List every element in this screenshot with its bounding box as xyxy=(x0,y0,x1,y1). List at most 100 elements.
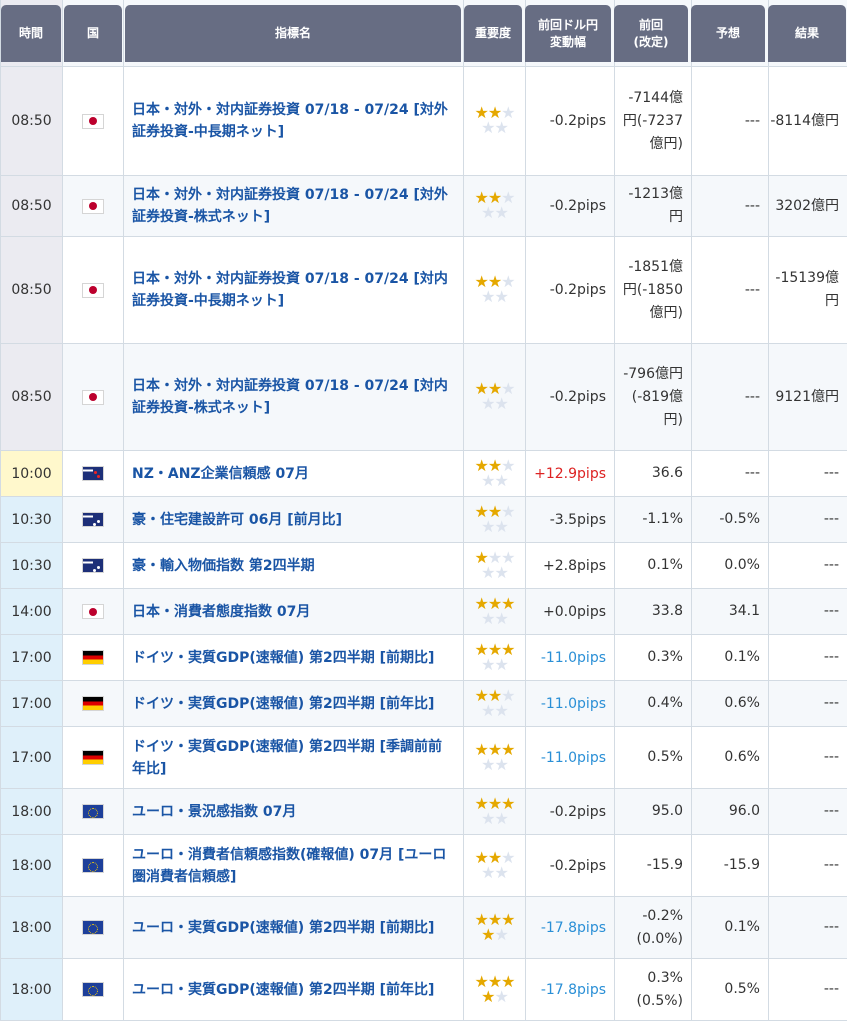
move-cell: +0.0pips xyxy=(525,588,615,635)
header-forecast[interactable]: 予想 xyxy=(691,5,765,62)
flag-jp-icon xyxy=(83,283,103,297)
importance-cell: ★★★★★ xyxy=(463,588,526,635)
indicator-link[interactable]: ユーロ・景況感指数 07月 xyxy=(123,788,464,835)
table-row[interactable]: 10:00 NZ・ANZ企業信頼感 07月 ★★★ ★★ +12.9pips 36.6 --… xyxy=(0,450,847,497)
star-rating-icon: ★★★★★ xyxy=(474,685,515,720)
forecast-cell: --- xyxy=(691,450,769,497)
indicator-link[interactable]: ドイツ・実質GDP(速報値) 第2四半期 [前期比] xyxy=(123,634,464,681)
header-indicator[interactable]: 指標名 xyxy=(125,5,461,62)
time-cell: 08:50 xyxy=(0,66,63,176)
move-cell: -0.2pips xyxy=(525,236,615,344)
time-cell: 10:00 xyxy=(0,450,63,497)
star-rating-icon: ★★★★★ xyxy=(474,593,515,628)
indicator-link[interactable]: ユーロ・実質GDP(速報値) 第2四半期 [前年比] xyxy=(123,958,464,1021)
table-row[interactable]: 08:50 日本・対外・対内証券投資 07/18 - 07/24 [対内証券投資-… xyxy=(0,236,847,344)
forecast-cell: -0.5% xyxy=(691,496,769,543)
forecast-cell: --- xyxy=(691,66,769,176)
country-cell xyxy=(62,726,124,789)
move-cell: -0.2pips xyxy=(525,66,615,176)
star-rating-icon: ★★★★★ xyxy=(474,847,515,882)
time-cell: 17:00 xyxy=(0,680,63,727)
country-cell xyxy=(62,588,124,635)
header-result[interactable]: 結果 xyxy=(768,5,846,62)
star-rating-icon: ★★★★★ xyxy=(474,455,515,490)
table-row[interactable]: 18:00 ユーロ・景況感指数 07月 ★★★ ★★ -0.2pips 95.0 96.0-… xyxy=(0,788,847,835)
header-importance[interactable]: 重要度 xyxy=(464,5,522,62)
forecast-cell: --- xyxy=(691,236,769,344)
header-previous[interactable]: 前回 (改定) xyxy=(614,5,688,62)
indicator-link[interactable]: 豪・輸入物価指数 第2四半期 xyxy=(123,542,464,589)
indicator-link[interactable]: ドイツ・実質GDP(速報値) 第2四半期 [季調前前年比] xyxy=(123,726,464,789)
time-cell: 08:50 xyxy=(0,343,63,451)
importance-cell: ★★★★★ xyxy=(463,450,526,497)
time-cell: 10:30 xyxy=(0,496,63,543)
time-cell: 14:00 xyxy=(0,588,63,635)
forecast-cell: --- xyxy=(691,175,769,237)
star-rating-icon: ★★★★★ xyxy=(474,793,515,828)
previous-cell: 33.8 xyxy=(614,588,692,635)
table-row[interactable]: 08:50 日本・対外・対内証券投資 07/18 - 07/24 [対外証券投資-… xyxy=(0,66,847,176)
star-rating-icon: ★★★★★ xyxy=(474,971,515,1006)
table-row[interactable]: 17:00 ドイツ・実質GDP(速報値) 第2四半期 [前期比] ★★★ ★★ -11.… xyxy=(0,634,847,681)
calendar-table: 03:00アメリカ・FRB政策金利(FOMC) 07月 [下限金利]★★★★★+… xyxy=(0,0,847,1021)
flag-eu-icon xyxy=(83,859,103,872)
move-cell: -0.2pips xyxy=(525,834,615,897)
indicator-link[interactable]: ユーロ・実質GDP(速報値) 第2四半期 [前期比] xyxy=(123,896,464,959)
time-cell: 17:00 xyxy=(0,634,63,681)
importance-cell: ★★★★★ xyxy=(463,896,526,959)
table-row[interactable]: 18:00 ユーロ・実質GDP(速報値) 第2四半期 [前年比] ★★★ ★★ -17.… xyxy=(0,958,847,1021)
move-cell: -11.0pips xyxy=(525,634,615,681)
indicator-link[interactable]: ユーロ・消費者信頼感指数(確報値) 07月 [ユーロ圏消費者信頼感] xyxy=(123,834,464,897)
table-row[interactable]: 14:00 日本・消費者態度指数 07月 ★★★ ★★ +0.0pips 33.8 34.1… xyxy=(0,588,847,635)
previous-cell: 95.0 xyxy=(614,788,692,835)
table-row[interactable]: 08:50 日本・対外・対内証券投資 07/18 - 07/24 [対内証券投資-… xyxy=(0,343,847,451)
move-cell: -17.8pips xyxy=(525,896,615,959)
time-cell: 08:50 xyxy=(0,175,63,237)
table-row[interactable]: 08:50 日本・対外・対内証券投資 07/18 - 07/24 [対外証券投資-… xyxy=(0,175,847,237)
header-country[interactable]: 国 xyxy=(64,5,122,62)
flag-eu-icon xyxy=(83,921,103,934)
indicator-link[interactable]: ドイツ・実質GDP(速報値) 第2四半期 [前年比] xyxy=(123,680,464,727)
indicator-link[interactable]: 豪・住宅建設許可 06月 [前月比] xyxy=(123,496,464,543)
indicator-link[interactable]: 日本・対外・対内証券投資 07/18 - 07/24 [対外証券投資-中長期ネッ… xyxy=(123,66,464,176)
country-cell xyxy=(62,66,124,176)
result-cell: --- xyxy=(768,896,847,959)
move-cell: -0.2pips xyxy=(525,343,615,451)
result-cell: --- xyxy=(768,680,847,727)
forecast-cell: 0.1% xyxy=(691,634,769,681)
table-row[interactable]: 18:00 ユーロ・実質GDP(速報値) 第2四半期 [前期比] ★★★ ★★ -17.… xyxy=(0,896,847,959)
indicator-link[interactable]: 日本・対外・対内証券投資 07/18 - 07/24 [対内証券投資-株式ネット… xyxy=(123,343,464,451)
indicator-link[interactable]: NZ・ANZ企業信頼感 07月 xyxy=(123,450,464,497)
importance-cell: ★★★★★ xyxy=(463,343,526,451)
table-row[interactable]: 17:00 ドイツ・実質GDP(速報値) 第2四半期 [前年比] ★★★ ★★ -11.… xyxy=(0,680,847,727)
star-rating-icon: ★★★★★ xyxy=(474,188,515,222)
previous-cell: -15.9 xyxy=(614,834,692,897)
header-time[interactable]: 時間 xyxy=(1,5,61,62)
move-cell: +2.8pips xyxy=(525,542,615,589)
indicator-link[interactable]: 日本・消費者態度指数 07月 xyxy=(123,588,464,635)
table-row[interactable]: 10:30 豪・住宅建設許可 06月 [前月比] ★★★ ★★ -3.5pips -1.1… xyxy=(0,496,847,543)
country-cell xyxy=(62,680,124,727)
indicator-link[interactable]: 日本・対外・対内証券投資 07/18 - 07/24 [対外証券投資-株式ネット… xyxy=(123,175,464,237)
importance-cell: ★★★★★ xyxy=(463,496,526,543)
flag-au-icon xyxy=(83,513,103,526)
country-cell xyxy=(62,834,124,897)
table-row[interactable]: 18:00 ユーロ・消費者信頼感指数(確報値) 07月 [ユーロ圏消費者信頼感] ★… xyxy=(0,834,847,897)
table-header: 時間 国 指標名 重要度 前回ドル円 変動幅 前回 (改定) 予想 結果 xyxy=(0,0,847,62)
economic-calendar: 03:00アメリカ・FRB政策金利(FOMC) 07月 [下限金利]★★★★★+… xyxy=(0,0,847,1024)
country-cell xyxy=(62,450,124,497)
star-rating-icon: ★★★★★ xyxy=(474,739,515,774)
header-move[interactable]: 前回ドル円 変動幅 xyxy=(525,5,611,62)
move-cell: -11.0pips xyxy=(525,726,615,789)
result-cell: -8114億円 xyxy=(768,66,847,176)
country-cell xyxy=(62,542,124,589)
move-cell: -17.8pips xyxy=(525,958,615,1021)
importance-cell: ★★★★★ xyxy=(463,726,526,789)
flag-de-icon xyxy=(83,651,103,664)
table-row[interactable]: 17:00 ドイツ・実質GDP(速報値) 第2四半期 [季調前前年比] ★★★ ★★ -… xyxy=(0,726,847,789)
result-cell: --- xyxy=(768,726,847,789)
result-cell: --- xyxy=(768,496,847,543)
table-row[interactable]: 10:30 豪・輸入物価指数 第2四半期 ★★★ ★★ +2.8pips 0.1% 0.0%… xyxy=(0,542,847,589)
forecast-cell: 0.6% xyxy=(691,726,769,789)
indicator-link[interactable]: 日本・対外・対内証券投資 07/18 - 07/24 [対内証券投資-中長期ネッ… xyxy=(123,236,464,344)
